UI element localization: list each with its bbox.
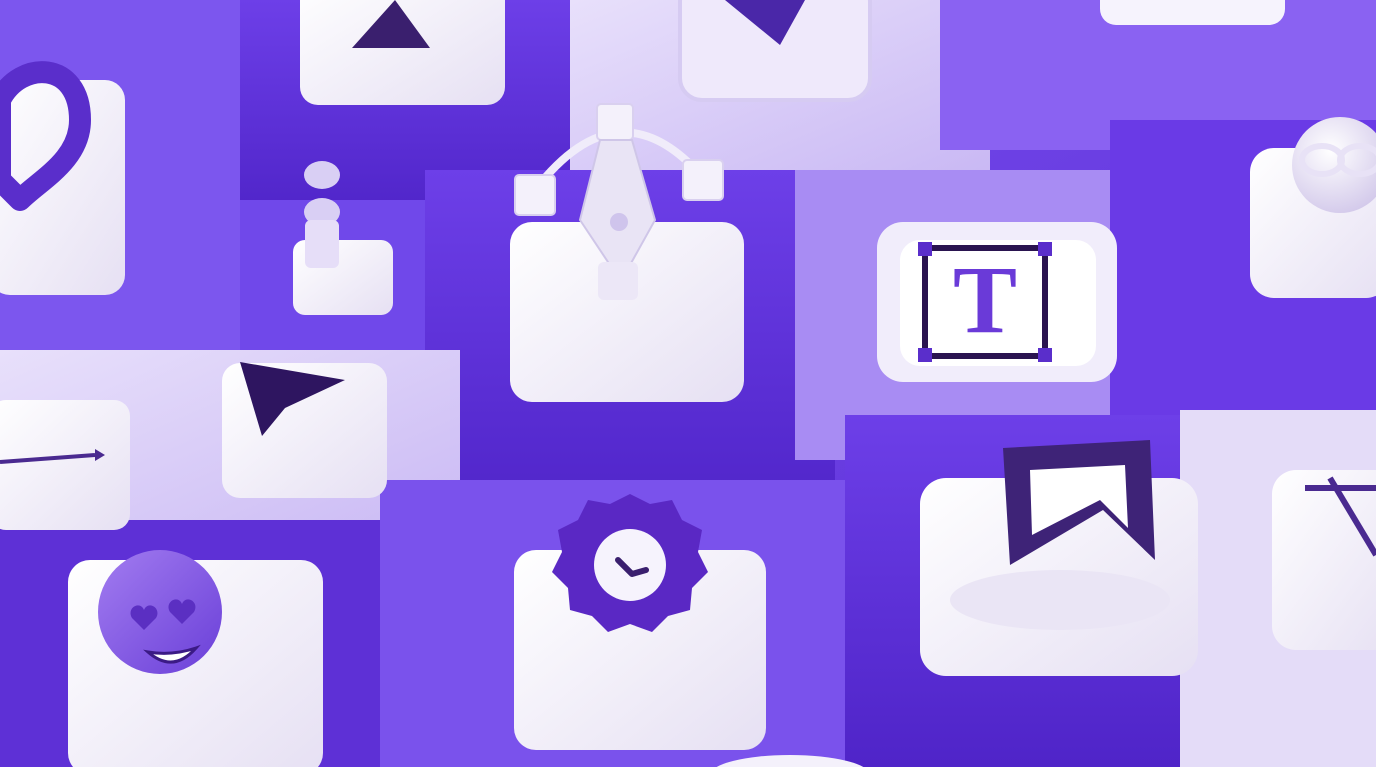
heart-tile (0, 61, 125, 295)
emoji-tile (68, 550, 323, 767)
crop-tile (1272, 470, 1376, 650)
align-nodes-icon (305, 220, 339, 268)
heart-eyes-emoji-icon (98, 550, 222, 674)
text-tool-letter: T (953, 246, 1017, 353)
arrow-line-tile (0, 400, 130, 530)
type-tool-tile: T (877, 222, 1117, 382)
icon-tiles-scene: T (0, 0, 1376, 767)
cursor-tile (222, 362, 387, 498)
